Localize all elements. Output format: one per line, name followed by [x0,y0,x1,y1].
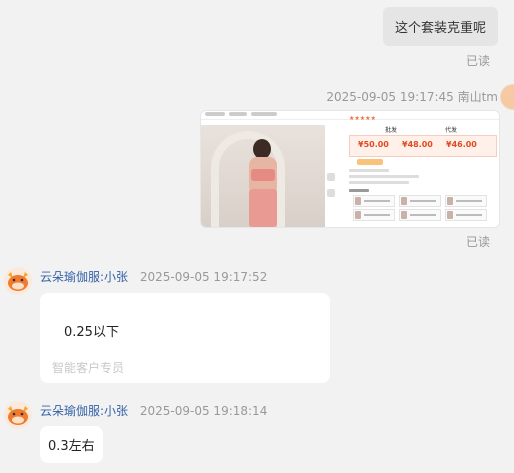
outgoing-image-meta: 2025-09-05 19:17:45 南山tm [326,90,498,104]
message-time: 2025-09-05 19:17:52 [139,270,268,284]
agent-avatar[interactable] [3,266,33,296]
price-1: ¥50.00 [358,140,389,149]
agent-avatar[interactable] [3,400,33,430]
sku-option [445,209,487,221]
image-nav-arrows [327,173,337,203]
avatar-cow-icon [4,401,32,429]
price-strip: ¥50.00 ¥48.00 ¥46.00 [349,135,497,157]
agent-name[interactable]: 云朵瑜伽服:小张 [40,270,128,284]
sku-option [353,209,395,221]
incoming-message-bubble: 0.25以下 智能客户专员 [40,293,330,383]
product-photo [201,125,325,227]
avatar-cow-icon [4,267,32,295]
agent-message-meta: 云朵瑜伽服:小张 2025-09-05 19:17:52 [40,268,267,285]
product-info-panel: ★★★★★ 批发 代发 ¥50.00 ¥48.00 ¥46.00 [349,115,497,225]
sku-option [353,195,395,207]
incoming-message-text: 0.3左右 [48,439,95,454]
coupon-badge [357,159,383,165]
tab-dropship: 代发 [445,127,458,134]
outgoing-message-bubble: 这个套装克重呢 [382,7,498,46]
message-time: 2025-09-05 19:18:14 [139,404,268,418]
incoming-message-text: 0.25以下 [64,325,119,340]
agent-message-meta: 云朵瑜伽服:小张 2025-09-05 19:18:14 [40,402,267,419]
sku-option [399,209,441,221]
price-2: ¥48.00 [402,140,433,149]
read-status: 已读 [465,235,490,249]
outgoing-message-text: 这个套装克重呢 [394,21,486,36]
read-status: 已读 [465,54,490,68]
incoming-message-bubble: 0.3左右 [40,426,103,463]
self-avatar[interactable] [500,84,514,110]
rating-stars-icon: ★★★★★ [349,115,376,122]
price-3: ¥46.00 [446,140,477,149]
sku-option [445,195,487,207]
agent-name[interactable]: 云朵瑜伽服:小张 [40,404,128,418]
sku-option [399,195,441,207]
product-screenshot-image[interactable]: ★★★★★ 批发 代发 ¥50.00 ¥48.00 ¥46.00 [200,110,500,228]
tab-wholesale: 批发 [385,127,398,134]
agent-signature: 智能客户专员 [52,361,125,375]
